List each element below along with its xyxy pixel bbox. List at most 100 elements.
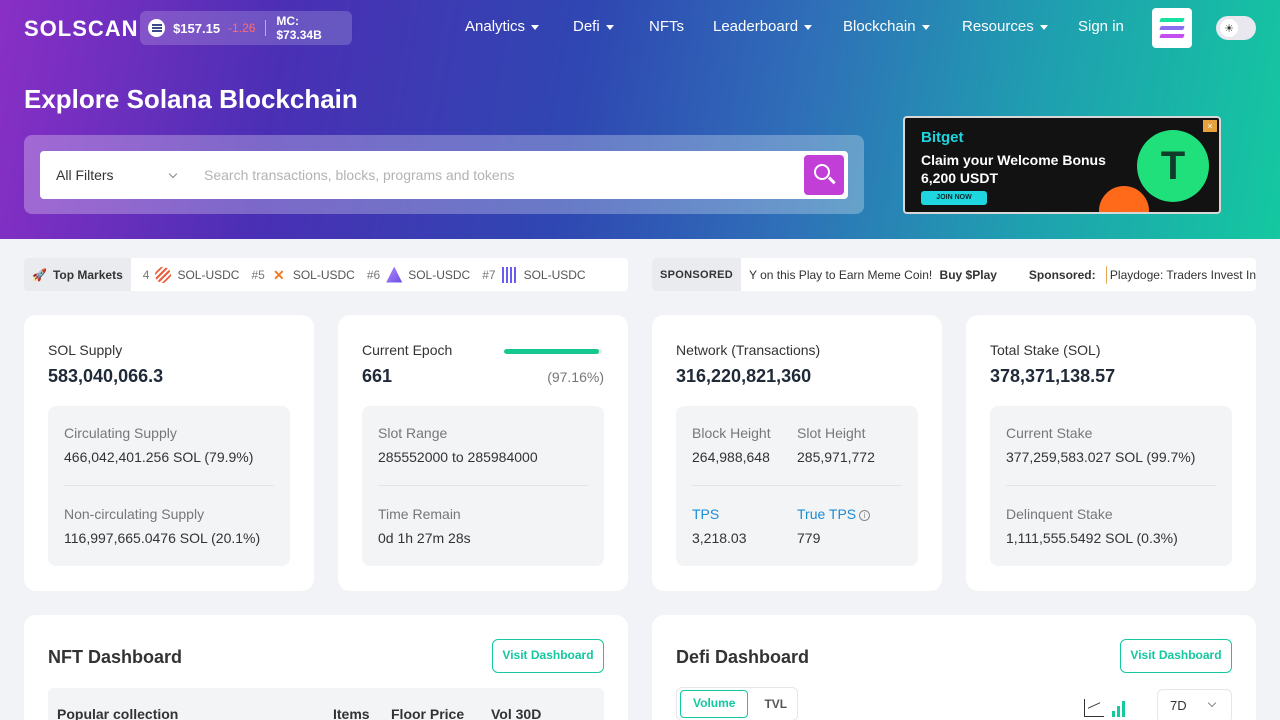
search-button[interactable] [804, 155, 844, 195]
bar-chart-icon-bar [1117, 706, 1120, 717]
tps-link[interactable]: TPS [692, 506, 719, 522]
section-title: NFT Dashboard [48, 647, 183, 667]
top-markets-label: 🚀 Top Markets [24, 258, 131, 291]
block-height-value[interactable]: 264,988,648 [692, 449, 770, 465]
column-header[interactable]: Vol 30D [491, 706, 541, 720]
caret-down-icon [1039, 25, 1048, 30]
sun-icon: ☀ [1220, 19, 1238, 37]
market-rank: #6 [366, 267, 381, 282]
card-title: SOL Supply [48, 342, 123, 358]
chart-type-toggle [1084, 699, 1132, 717]
market-item[interactable]: #5 ✕ SOL-USDC [251, 267, 354, 283]
tether-coin-icon: T [1137, 130, 1209, 202]
circulating-supply-label: Circulating Supply [64, 425, 177, 441]
caret-down-icon [804, 25, 813, 30]
time-range-select[interactable]: 7D [1157, 689, 1232, 720]
card-details: Slot Range 285552000 to 285984000 Time R… [362, 406, 604, 566]
current-stake-value: 377,259,583.027 SOL (99.7%) [1006, 449, 1196, 465]
card-title: Network (Transactions) [676, 342, 821, 358]
delinquent-stake-value: 1,111,555.5492 SOL (0.3%) [1006, 530, 1178, 546]
market-pair: SOL-USDC [292, 267, 355, 282]
sponsored-cta[interactable]: Buy $Play [940, 268, 997, 282]
market-item[interactable]: 4 SOL-USDC [142, 266, 240, 283]
phoenix-icon [501, 266, 518, 283]
chevron-down-icon [1207, 698, 1217, 708]
nav-nfts[interactable]: NFTs [649, 18, 684, 35]
column-header[interactable]: Popular collection [57, 706, 178, 720]
market-pair: SOL-USDC [408, 267, 471, 282]
sponsored-text-2[interactable]: Playdoge: Traders Invest In [1110, 268, 1256, 282]
divider [64, 485, 274, 486]
block-height-label: Block Height [692, 425, 771, 441]
divider [378, 485, 588, 486]
nav-leaderboard[interactable]: Leaderboard [713, 18, 813, 35]
slot-range-value: 285552000 to 285984000 [378, 449, 538, 465]
epoch-progress-bar [504, 349, 602, 354]
page-title: Explore Solana Blockchain [24, 84, 358, 114]
market-item[interactable]: #7 SOL-USDC [482, 266, 586, 283]
market-pair: SOL-USDC [177, 267, 240, 282]
info-icon[interactable]: i [859, 509, 871, 521]
orca-icon [155, 266, 172, 283]
epoch-progress-percent: (97.16%) [547, 369, 604, 385]
ad-join-button[interactable]: JOIN NOW [921, 191, 987, 205]
sol-price: $157.15 [173, 20, 221, 36]
slot-height-value[interactable]: 285,971,772 [797, 449, 875, 465]
sol-price-widget[interactable]: $157.15 -1.26 MC: $73.34B [140, 11, 352, 45]
search-input[interactable] [188, 167, 804, 183]
tab-tvl[interactable]: TVL [752, 690, 799, 718]
true-tps-value: 779 [797, 530, 821, 546]
divider [265, 20, 267, 36]
sign-in-link[interactable]: Sign in [1078, 18, 1124, 35]
nav-resources[interactable]: Resources [962, 18, 1048, 35]
bar-chart-icon[interactable] [1112, 699, 1132, 717]
theme-toggle[interactable]: ☀ [1216, 16, 1256, 40]
bar-chart-icon-bar [1112, 711, 1115, 717]
delinquent-stake-label: Delinquent Stake [1006, 506, 1113, 522]
column-header[interactable]: Floor Price [391, 706, 464, 720]
card-value: 583,040,066.3 [48, 366, 164, 386]
market-pair: SOL-USDC [523, 267, 586, 282]
sol-supply-card: SOL Supply 583,040,066.3 Circulating Sup… [24, 315, 314, 591]
solana-logo-icon[interactable] [1152, 8, 1192, 48]
time-remain-value: 0d 1h 27m 28s [378, 530, 471, 546]
bitget-ad-banner[interactable]: Bitget Claim your Welcome Bonus 6,200 US… [903, 116, 1221, 214]
slot-range-label: Slot Range [378, 425, 448, 441]
filter-select[interactable]: All Filters [40, 167, 188, 183]
nav-label: NFTs [649, 18, 684, 35]
solscan-logo[interactable]: SOLSCAN [24, 16, 139, 42]
noncirculating-supply-value: 116,997,665.0476 SOL (20.1%) [64, 530, 261, 546]
nav-blockchain[interactable]: Blockchain [843, 18, 930, 35]
nav-defi[interactable]: Defi [573, 18, 614, 35]
hero-banner: SOLSCAN $157.15 -1.26 MC: $73.34B Analyt… [0, 0, 1280, 239]
caret-down-icon [921, 25, 930, 30]
ad-amount: 6,200 USDT [921, 170, 999, 186]
sponsored-message[interactable]: Y on this Play to Earn Meme Coin! Buy $P… [749, 268, 997, 282]
card-value[interactable]: 661 [362, 366, 392, 387]
market-item[interactable]: #6 SOL-USDC [366, 266, 471, 283]
nav-analytics[interactable]: Analytics [465, 18, 540, 35]
ad-close-icon[interactable]: × [1203, 120, 1217, 132]
true-tps-link[interactable]: True TPS i [797, 506, 871, 522]
column-header[interactable]: Items [333, 706, 370, 720]
card-value: 378,371,138.57 [990, 366, 1116, 386]
dex-x-icon: ✕ [272, 266, 285, 283]
true-tps-label: True TPS [797, 506, 857, 522]
visit-defi-dashboard-button[interactable]: Visit Dashboard [1120, 639, 1232, 673]
search-panel: All Filters [24, 135, 864, 214]
card-title: Current Epoch [362, 342, 453, 358]
table-header: Popular collection Items Floor Price Vol… [48, 688, 604, 720]
range-value: 7D [1170, 698, 1187, 713]
tab-volume[interactable]: Volume [680, 690, 749, 718]
market-rank: 4 [142, 267, 150, 282]
circulating-supply-value: 466,042,401.256 SOL (79.9%) [64, 449, 254, 465]
chevron-down-icon [168, 169, 178, 178]
tps-value: 3,218.03 [692, 530, 747, 546]
search-icon-handle [828, 176, 836, 184]
nav-label: Defi [573, 18, 600, 35]
filter-label: All Filters [56, 167, 114, 183]
visit-nft-dashboard-button[interactable]: Visit Dashboard [492, 639, 604, 673]
noncirculating-supply-label: Non-circulating Supply [64, 506, 205, 522]
line-chart-icon[interactable] [1084, 699, 1104, 717]
nav-label: Resources [962, 18, 1034, 35]
